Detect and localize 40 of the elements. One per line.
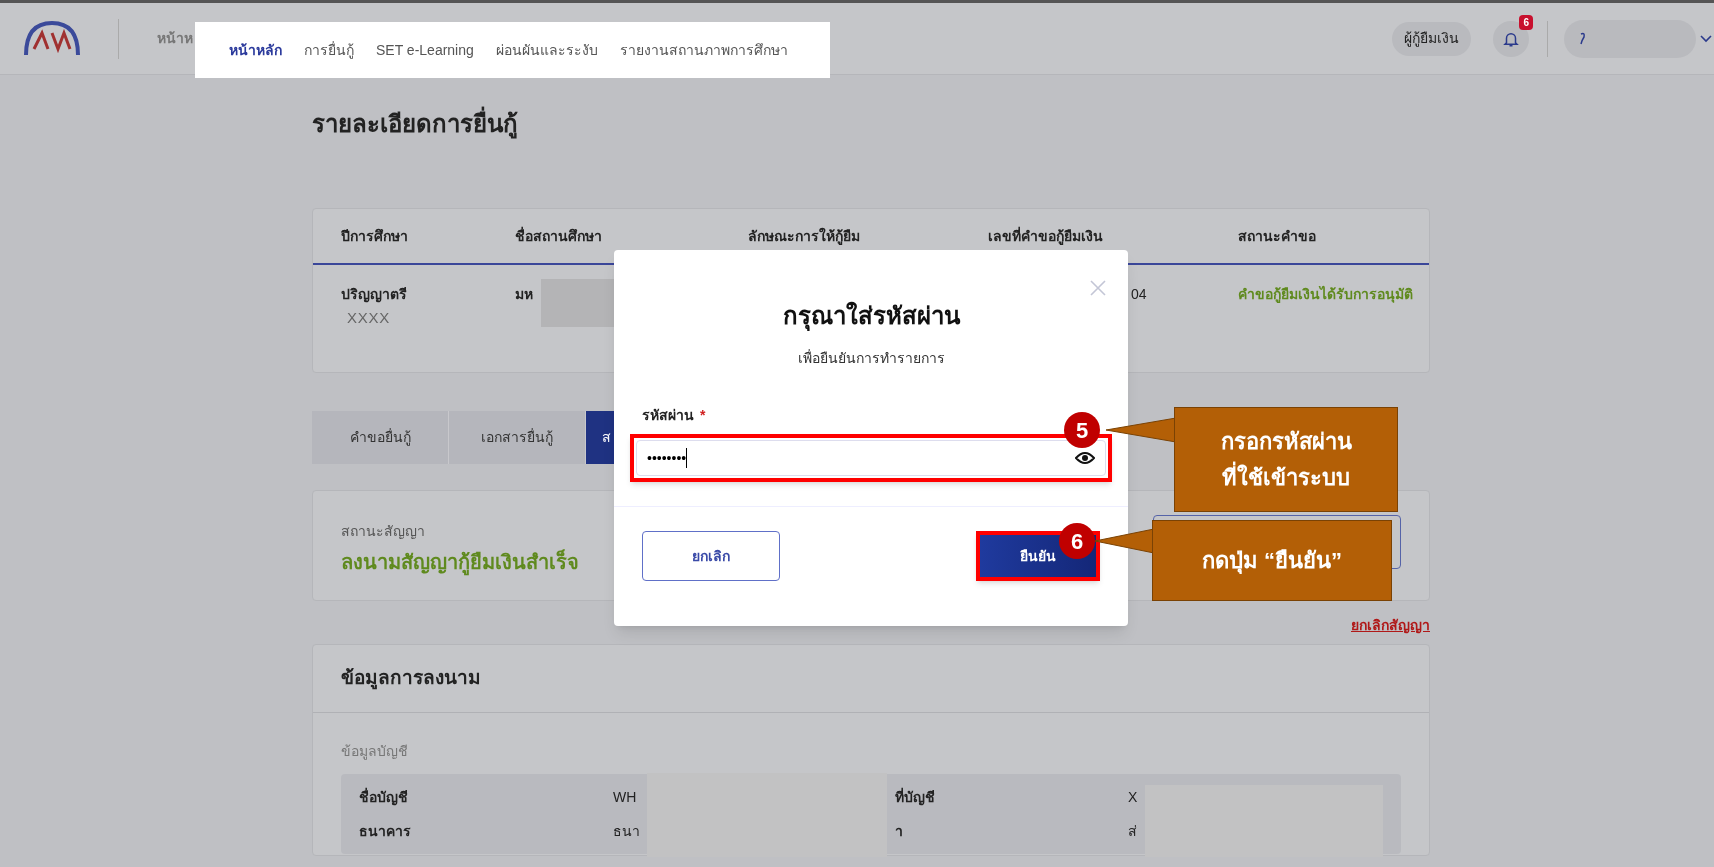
card-title: ข้อมูลการลงนาม (313, 645, 1429, 713)
nav-item[interactable]: ผ่อนผันและระงับ (495, 39, 598, 61)
section-label: ข้อมูลบัญชี (340, 742, 409, 762)
table-cell-text: ปริญญาตรี (341, 285, 408, 305)
callout: กรอกรหัสผ่าน ที่ใช้เข้าระบบ (1174, 407, 1398, 512)
dialog-title: กรุณาใส่รหัสผ่าน (782, 300, 960, 333)
notification-badge: 6 (1519, 14, 1533, 30)
nav-item[interactable]: หน้าหลัก (229, 39, 282, 61)
status-text: คำขอกู้ยืมเงินได้รับการอนุมัติ (1238, 285, 1413, 305)
column-header: ลักษณะการให้กู้ยืม (748, 228, 860, 244)
cancel-button[interactable]: ยกเลิก (642, 531, 780, 581)
tab[interactable]: เอกสารยื่นกู้ (449, 411, 586, 464)
field-value: ธนา (613, 822, 640, 839)
field-label: ชื่อบัญชี (359, 788, 408, 805)
field-value: ส่ (1128, 822, 1137, 839)
password-field[interactable]: •••••••• (636, 440, 1106, 476)
nav-item[interactable]: การยื่นกู้ (304, 39, 354, 61)
table-cell-text: XXXX (347, 308, 392, 328)
nav-item[interactable]: รายงานสถานภาพการศึกษา (619, 39, 788, 61)
role-button[interactable]: ผู้กู้ยืมเงิน (1392, 21, 1471, 56)
field-label: ที่บัญชี (895, 788, 935, 805)
table-cell-text: 04 (1131, 285, 1148, 304)
tab[interactable]: คำขอยื่นกู้ (312, 411, 449, 464)
column-header: ปีการศึกษา (341, 228, 408, 244)
column-header: ชื่อสถานศึกษา (515, 228, 602, 244)
field-label: ธนาคาร (359, 822, 411, 839)
page-title: รายละเอียดการยื่นกู้ (312, 106, 1430, 142)
field-label: า (895, 822, 903, 839)
status-label: สถานะสัญญา (341, 523, 425, 539)
column-header: สถานะคำขอ (1238, 228, 1316, 244)
cancel-contract-link[interactable]: ยกเลิกสัญญา (1351, 615, 1430, 636)
callout: กดปุ่ม “ยืนยัน” (1152, 520, 1392, 601)
dialog-subtitle: เพื่อยืนยันการทำรายการ (797, 348, 945, 368)
field-value: WH (613, 788, 637, 805)
column-header: เลขที่คำขอกู้ยืมเงิน (988, 228, 1103, 244)
field-value: X (1128, 788, 1138, 805)
table-cell-text: มห (515, 285, 534, 304)
nav-item[interactable]: SET e-Learning (376, 39, 474, 61)
required-mark: * (700, 406, 706, 425)
field-label: รหัสผ่าน (642, 406, 694, 425)
